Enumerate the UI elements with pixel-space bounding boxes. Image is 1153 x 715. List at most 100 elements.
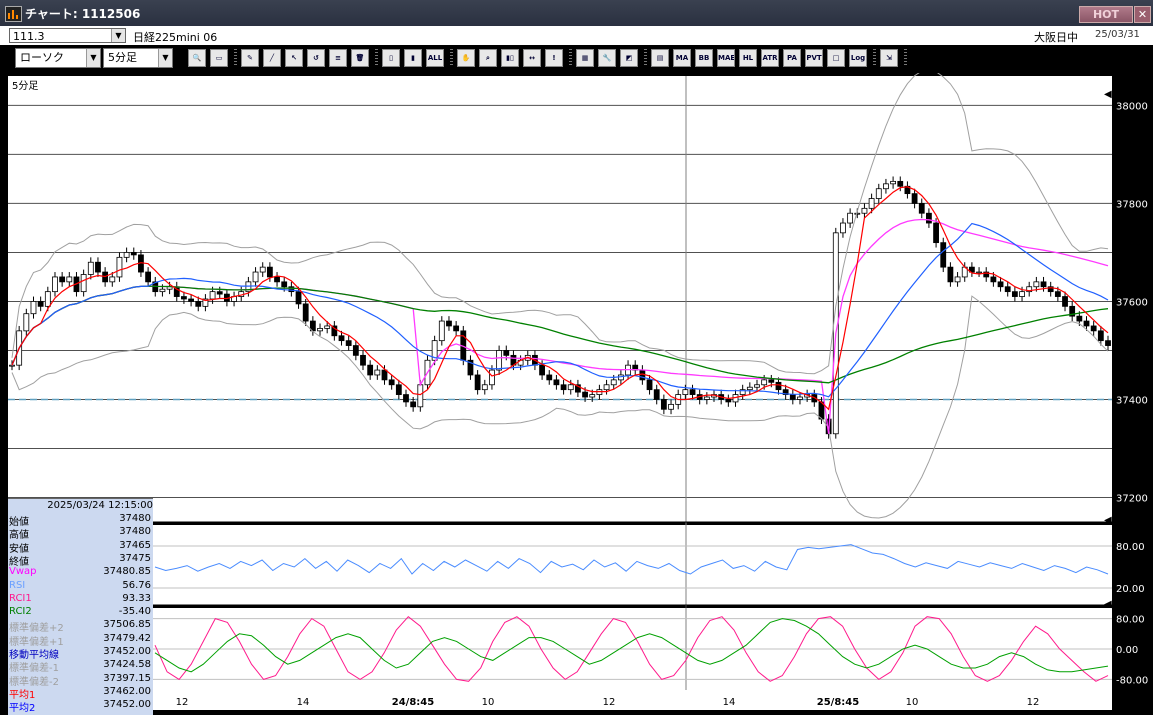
data-row: 平均2 37452.00 <box>8 699 153 715</box>
log-icon[interactable]: Log <box>849 49 867 67</box>
candle-body <box>1011 291 1018 297</box>
candle-body <box>1019 291 1025 297</box>
toolbar-separator <box>375 49 378 67</box>
data-row: 標準偏差-1 37424.58 <box>8 659 153 674</box>
box-icon[interactable]: □ <box>827 49 845 67</box>
candle-body <box>854 212 861 215</box>
data-row: 始値 37480 <box>8 513 153 528</box>
time-tick-label: 14 <box>297 697 310 708</box>
color-icon[interactable]: ◩ <box>620 49 638 67</box>
chart-app-icon <box>5 6 22 22</box>
close-button[interactable]: ✕ <box>1134 6 1151 23</box>
search-icon[interactable]: ⌕ <box>479 49 497 67</box>
wrench-icon[interactable]: 🔧 <box>598 49 616 67</box>
candle-body <box>1097 330 1104 342</box>
hot-button[interactable]: HOT <box>1079 6 1133 23</box>
arrows-icon[interactable]: ↔ <box>523 49 541 67</box>
candle-body <box>116 256 123 278</box>
data-row-label: 平均2 <box>9 703 36 715</box>
candle-body <box>546 374 553 381</box>
symbol-name: 日経225mini 06 <box>133 31 218 44</box>
price-tick-label: 37600 <box>1116 297 1148 308</box>
chevron-down-icon[interactable]: ▼ <box>158 49 172 67</box>
data-row: 安値 37465 <box>8 540 153 555</box>
candle-body <box>911 193 918 204</box>
rci-tick-label: 80.00 <box>1116 615 1145 626</box>
candle-body <box>660 399 667 410</box>
candle-body <box>374 369 381 376</box>
candle-body <box>1090 325 1097 332</box>
data-row-value: 37424.58 <box>103 659 151 671</box>
pen-icon[interactable]: ✎ <box>241 49 259 67</box>
bars-icon[interactable]: ▮▯ <box>501 49 519 67</box>
candle-body <box>274 276 280 283</box>
candle-body <box>145 271 152 283</box>
window-icon[interactable]: ▭ <box>210 49 228 67</box>
scroll-arrow-icon: ◀ <box>1104 89 1112 100</box>
cursor-icon[interactable]: ↖ <box>285 49 303 67</box>
data-row: 移動平均線 37452.00 <box>8 646 153 661</box>
candle-body <box>1105 340 1111 346</box>
multi-icon[interactable]: ▤ <box>651 49 669 67</box>
time-axis <box>8 690 1112 710</box>
pattern-icon[interactable]: ▦ <box>576 49 594 67</box>
zoom-icon[interactable]: 🔍 <box>188 49 206 67</box>
export-icon[interactable]: ⇲ <box>880 49 898 67</box>
candle-body <box>216 291 223 295</box>
timeframe-select[interactable]: 5分足 ▼ <box>103 48 173 68</box>
hand-icon[interactable]: ✋ <box>457 49 475 67</box>
price-tick-label: 38000 <box>1116 101 1148 112</box>
exclaim-icon[interactable]: ! <box>545 49 563 67</box>
candle-body <box>1040 281 1047 288</box>
session-date: 25/03/31 <box>1095 29 1140 40</box>
time-tick-label: 14 <box>723 697 736 708</box>
ma-icon[interactable]: MA <box>673 49 691 67</box>
mae-icon[interactable]: MAE <box>717 49 735 67</box>
chevron-down-icon[interactable]: ▼ <box>86 49 100 67</box>
rci-tick-label: -80.00 <box>1116 675 1148 686</box>
undo-icon[interactable]: ↺ <box>307 49 325 67</box>
time-tick-label: 12 <box>176 697 189 708</box>
all-icon[interactable]: ALL <box>426 49 444 67</box>
chart-area[interactable]: 38000 37800 37600 37400 37200 5分足 80.00 20.00 80… <box>0 73 1153 715</box>
candle-body <box>37 301 44 307</box>
candle-body <box>582 391 588 398</box>
candle-body <box>324 325 331 329</box>
candle-body <box>345 340 352 346</box>
candle-body <box>352 345 359 356</box>
candle-body <box>539 364 545 376</box>
candle-body <box>553 379 560 386</box>
candle-body <box>589 394 596 398</box>
atr-icon[interactable]: ATR <box>761 49 779 67</box>
data-window: 2025/03/24 12:15:00 始値 37480 高値 37480 安値 3746… <box>8 498 153 715</box>
toolbar-separator <box>873 49 876 67</box>
data-row-value: 56.76 <box>122 579 151 591</box>
note-icon[interactable]: ≡ <box>329 49 347 67</box>
chart-type-select[interactable]: ローソク ▼ <box>15 48 101 68</box>
candle-b-icon[interactable]: ▮ <box>404 49 422 67</box>
chart-canvas[interactable]: 38000 37800 37600 37400 37200 5分足 80.00 20.00 80… <box>0 73 1153 715</box>
delete-icon[interactable]: 🗑 <box>351 49 369 67</box>
para-icon[interactable]: PA <box>783 49 801 67</box>
time-tick-label: 24/8:45 <box>392 697 434 708</box>
chevron-down-icon[interactable]: ▼ <box>111 29 125 42</box>
rate-combo[interactable]: 111.3 ▼ <box>9 28 126 43</box>
data-row-value: 37452.00 <box>103 646 151 657</box>
candle-body <box>496 350 503 371</box>
candle-a-icon[interactable]: ▯ <box>382 49 400 67</box>
data-row: 標準偏差-2 37397.15 <box>8 673 153 688</box>
timeframe-label: 5分足 <box>12 80 38 92</box>
candle-body <box>195 301 202 307</box>
line-icon[interactable]: ╱ <box>263 49 281 67</box>
time-tick-label: 10 <box>482 697 495 708</box>
candle-body <box>768 379 775 383</box>
candle-body <box>181 296 187 300</box>
candle-body <box>1076 315 1083 322</box>
close-icon: ✕ <box>1137 8 1148 21</box>
pvt-icon[interactable]: PVT <box>805 49 823 67</box>
scroll-arrow-icon: ◀ <box>1104 515 1112 526</box>
bb-icon[interactable]: BB <box>695 49 713 67</box>
rsi-tick-label: 20.00 <box>1116 584 1145 595</box>
hl-icon[interactable]: HL <box>739 49 757 67</box>
window-title: チャート: 1112506 <box>25 7 141 21</box>
